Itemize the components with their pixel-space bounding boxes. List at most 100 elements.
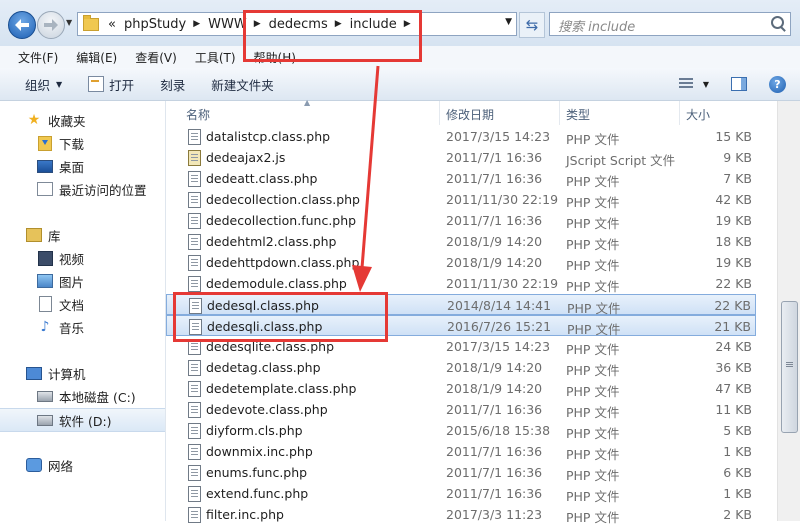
search-icon[interactable]: [771, 16, 784, 29]
file-date: 2011/7/1 16:36: [446, 171, 543, 186]
php-file-icon: [188, 402, 201, 418]
burn-button[interactable]: 刻录: [160, 75, 185, 94]
nav-software-disk-d[interactable]: 软件 (D:): [0, 408, 165, 432]
nav-favorites[interactable]: ★ 收藏夹: [0, 109, 165, 131]
column-size[interactable]: 大小: [686, 106, 710, 123]
downloads-folder-icon: [38, 135, 52, 151]
file-name: extend.func.php: [206, 486, 309, 501]
file-name: dedehttpdown.class.php: [206, 255, 360, 270]
menu-edit[interactable]: 编辑(E): [76, 49, 117, 66]
column-divider[interactable]: [439, 101, 440, 125]
file-row[interactable]: dedeajax2.js 2011/7/1 16:36 JScript Script…: [166, 147, 756, 168]
file-name: downmix.inc.php: [206, 444, 313, 459]
nav-recent-label: 最近访问的位置: [59, 182, 147, 198]
file-name: datalistcp.class.php: [206, 129, 331, 144]
nav-local-disk-label: 本地磁盘 (C:): [59, 389, 136, 405]
nav-local-disk-c[interactable]: 本地磁盘 (C:): [0, 385, 165, 407]
nav-computer[interactable]: 计算机: [0, 362, 165, 384]
file-row[interactable]: dedecollection.class.php 2011/11/30 22:19…: [166, 189, 756, 210]
open-file-icon: [88, 76, 105, 92]
nav-downloads[interactable]: 下载: [0, 132, 165, 154]
back-button[interactable]: [8, 11, 36, 39]
file-name: dedecollection.func.php: [206, 213, 357, 228]
breadcrumb-separator-icon[interactable]: ▶: [193, 19, 200, 29]
file-type: PHP 文件: [566, 195, 620, 210]
file-type: PHP 文件: [566, 258, 620, 273]
forward-button[interactable]: [37, 11, 65, 39]
file-row[interactable]: extend.func.php 2011/7/1 16:36 PHP 文件 1 KB: [166, 483, 756, 504]
file-date: 2017/3/15 14:23: [446, 339, 551, 354]
open-label: 打开: [109, 77, 135, 93]
change-view-icon[interactable]: [678, 78, 693, 90]
file-type: PHP 文件: [566, 279, 620, 294]
file-type: PHP 文件: [566, 174, 620, 189]
arrow-left-icon: [15, 19, 29, 31]
scrollbar-thumb[interactable]: [781, 301, 798, 433]
file-row[interactable]: downmix.inc.php 2011/7/1 16:36 PHP 文件 1 KB: [166, 441, 756, 462]
nav-music-label: 音乐: [59, 320, 85, 336]
breadcrumb-www[interactable]: WWW: [208, 17, 247, 32]
nav-computer-label: 计算机: [48, 366, 86, 382]
file-type: PHP 文件: [566, 132, 620, 147]
open-button[interactable]: 打开: [88, 75, 134, 94]
file-date: 2011/7/1 16:36: [446, 444, 543, 459]
vertical-scrollbar[interactable]: [777, 101, 800, 521]
nav-desktop[interactable]: 桌面: [0, 155, 165, 177]
refresh-button[interactable]: ⇆: [519, 12, 545, 38]
nav-libraries[interactable]: 库: [0, 224, 165, 246]
file-row[interactable]: dedehttpdown.class.php 2018/1/9 14:20 PHP …: [166, 252, 756, 273]
file-row[interactable]: diyform.cls.php 2015/6/18 15:38 PHP 文件 5 KB: [166, 420, 756, 441]
column-type[interactable]: 类型: [566, 106, 590, 123]
nav-pictures[interactable]: 图片: [0, 270, 165, 292]
help-icon[interactable]: ?: [769, 75, 786, 93]
desktop-icon: [37, 159, 53, 173]
file-date: 2018/1/9 14:20: [446, 234, 543, 249]
nav-network-label: 网络: [48, 458, 74, 474]
file-size: 15 KB: [715, 129, 752, 144]
nav-music[interactable]: ♪ 音乐: [0, 316, 165, 338]
annotation-arrow-icon: [352, 65, 380, 292]
file-date: 2011/11/30 22:19: [446, 276, 559, 291]
breadcrumb-phpstudy[interactable]: phpStudy: [124, 17, 186, 32]
view-options-caret-icon[interactable]: ▼: [703, 80, 709, 89]
recent-pages-dropdown-icon[interactable]: ▼: [66, 18, 72, 27]
breadcrumb-overflow[interactable]: «: [108, 17, 116, 32]
organize-button[interactable]: 组织 ▼: [25, 75, 62, 94]
js-file-icon: [188, 150, 201, 166]
file-row[interactable]: dedetag.class.php 2018/1/9 14:20 PHP 文件 36 …: [166, 357, 756, 378]
file-row[interactable]: dedehtml2.class.php 2018/1/9 14:20 PHP 文件 1…: [166, 231, 756, 252]
file-row[interactable]: dedetemplate.class.php 2018/1/9 14:20 PHP …: [166, 378, 756, 399]
file-row[interactable]: dedevote.class.php 2011/7/1 16:36 PHP 文件 11…: [166, 399, 756, 420]
menu-file[interactable]: 文件(F): [18, 49, 58, 66]
nav-recent-places[interactable]: 最近访问的位置: [0, 178, 165, 200]
nav-network[interactable]: 网络: [0, 454, 165, 476]
column-name[interactable]: 名称: [186, 106, 210, 123]
file-row[interactable]: dedeatt.class.php 2011/7/1 16:36 PHP 文件 7 K…: [166, 168, 756, 189]
column-divider[interactable]: [559, 101, 560, 125]
file-size: 11 KB: [715, 402, 752, 417]
nav-software-disk-label: 软件 (D:): [59, 413, 112, 429]
annotation-box-path: [243, 10, 422, 62]
search-input[interactable]: 搜索 include: [549, 12, 791, 36]
nav-videos-label: 视频: [59, 251, 85, 267]
menu-tools[interactable]: 工具(T): [195, 49, 236, 66]
file-name: dedetemplate.class.php: [206, 381, 357, 396]
search-placeholder: 搜索 include: [558, 20, 636, 35]
column-date[interactable]: 修改日期: [446, 106, 494, 123]
new-folder-button[interactable]: 新建文件夹: [211, 75, 274, 94]
file-date: 2017/3/15 14:23: [446, 129, 551, 144]
address-dropdown-icon[interactable]: ▼: [505, 17, 512, 27]
nav-documents[interactable]: 文档: [0, 293, 165, 315]
file-row[interactable]: dedecollection.func.php 2011/7/1 16:36 PHP…: [166, 210, 756, 231]
annotation-box-files: [173, 292, 388, 342]
file-row[interactable]: dedemodule.class.php 2011/11/30 22:19 PHP …: [166, 273, 756, 294]
file-type: PHP 文件: [566, 426, 620, 441]
nav-videos[interactable]: 视频: [0, 247, 165, 269]
php-file-icon: [188, 192, 201, 208]
preview-pane-icon[interactable]: [731, 77, 747, 91]
column-divider[interactable]: [679, 101, 680, 125]
menu-view[interactable]: 查看(V): [135, 49, 177, 66]
file-row[interactable]: enums.func.php 2011/7/1 16:36 PHP 文件 6 KB: [166, 462, 756, 483]
file-row[interactable]: filter.inc.php 2017/3/3 11:23 PHP 文件 2 KB: [166, 504, 756, 525]
file-row[interactable]: datalistcp.class.php 2017/3/15 14:23 PHP 文…: [166, 126, 756, 147]
